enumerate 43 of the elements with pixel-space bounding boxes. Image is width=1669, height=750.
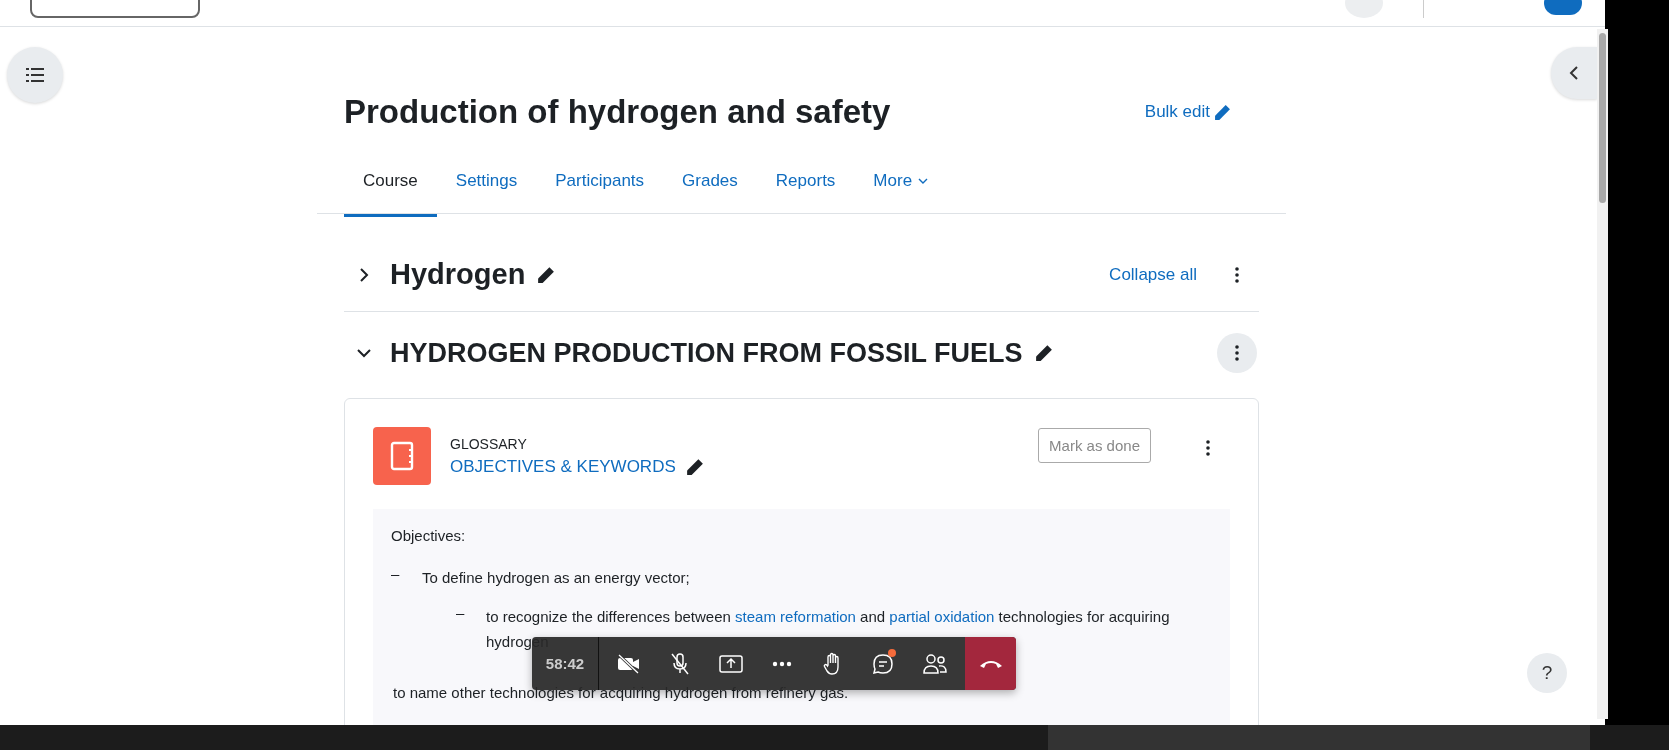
glossary-link[interactable]: steam reformation	[735, 608, 856, 625]
microphone-off-icon	[669, 652, 690, 675]
nav-tab[interactable]: Settings	[436, 159, 537, 214]
glossary-link[interactable]: partial oxidation	[889, 608, 995, 625]
chevron-left-icon	[1568, 65, 1580, 81]
glossary-icon	[373, 427, 431, 485]
share-screen-icon	[718, 654, 743, 673]
help-button[interactable]: ?	[1527, 653, 1567, 693]
nav-tab[interactable]: Course	[344, 159, 437, 217]
hang-up-icon	[978, 658, 1003, 669]
description-text: Objectives:	[391, 526, 466, 546]
pencil-icon[interactable]	[537, 265, 556, 284]
camera-off-icon	[616, 653, 641, 674]
more-options-button[interactable]	[1217, 333, 1257, 373]
activity-type: GLOSSARY	[450, 435, 528, 452]
bullet-marker: –	[456, 604, 466, 623]
activity-link[interactable]: OBJECTIVES & KEYWORDS	[450, 456, 676, 477]
description-text: To define hydrogen as an energy vector;	[422, 568, 690, 588]
bullet-marker: –	[391, 565, 401, 584]
scrollbar[interactable]	[1597, 29, 1608, 719]
call-timer: 58:42	[544, 655, 586, 672]
collapse-all-link[interactable]: Collapse all	[1109, 264, 1197, 285]
caret-icon	[918, 177, 929, 185]
section-title: Hydrogen	[390, 258, 526, 291]
list-icon	[26, 67, 44, 83]
ellipsis-icon	[771, 660, 792, 667]
nav-tab[interactable]: More	[854, 159, 948, 214]
people-icon	[921, 652, 948, 675]
section-title: HYDROGEN PRODUCTION FROM FOSSIL FUELS	[390, 337, 1023, 369]
pencil-icon[interactable]	[1034, 344, 1053, 362]
kebab-icon	[1206, 440, 1210, 456]
nav-tab[interactable]: Reports	[756, 159, 855, 214]
kebab-icon	[1235, 266, 1239, 283]
kebab-icon	[1235, 345, 1239, 361]
mark-as-done-button[interactable]: Mark as done	[1038, 427, 1151, 463]
course-title: Production of hydrogen and safety	[344, 93, 891, 131]
bulk-edit-link[interactable]: Bulk edit	[1144, 102, 1231, 122]
pencil-icon	[1214, 103, 1231, 121]
course-index-button[interactable]	[7, 47, 63, 103]
hang-up-button[interactable]	[965, 637, 1016, 690]
nav-tab[interactable]: Grades	[663, 159, 757, 214]
pencil-icon[interactable]	[685, 457, 704, 476]
nav-tab[interactable]: Participants	[536, 159, 664, 214]
